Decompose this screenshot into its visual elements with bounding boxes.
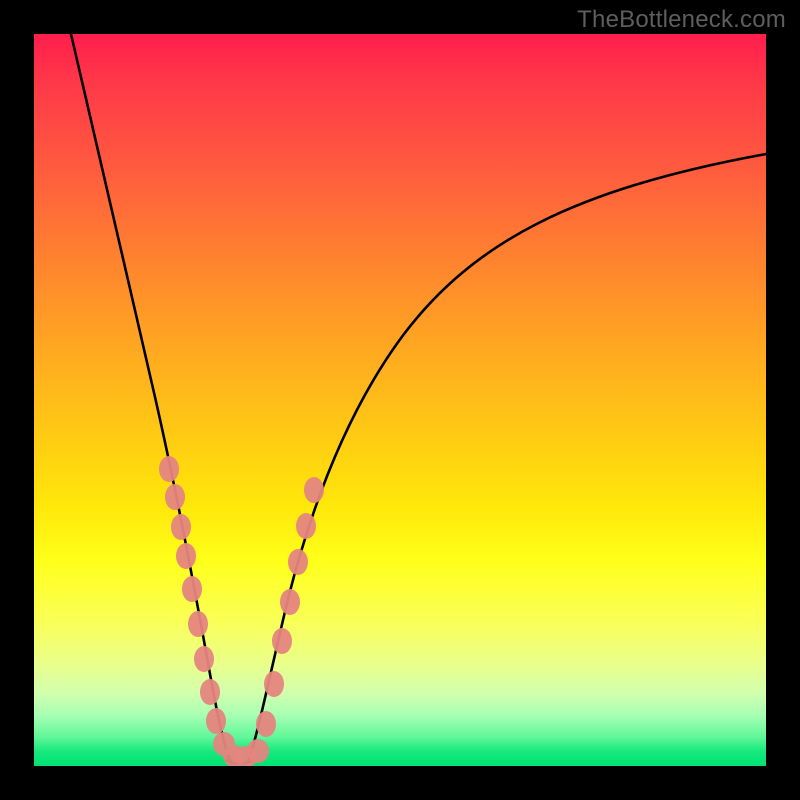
- curve-right-branch: [248, 154, 766, 762]
- marker-dot: [182, 576, 202, 602]
- marker-dot: [200, 679, 220, 705]
- marker-dot: [280, 589, 300, 615]
- marker-dot: [247, 739, 269, 763]
- marker-group: [159, 456, 324, 766]
- watermark-text: TheBottleneck.com: [577, 6, 786, 34]
- marker-dot: [272, 628, 292, 654]
- marker-dot: [296, 513, 316, 539]
- marker-dot: [176, 543, 196, 569]
- marker-dot: [304, 477, 324, 503]
- outer-frame: TheBottleneck.com: [0, 0, 800, 800]
- marker-dot: [159, 456, 179, 482]
- marker-dot: [188, 611, 208, 637]
- marker-dot: [171, 514, 191, 540]
- marker-dot: [288, 549, 308, 575]
- marker-dot: [194, 646, 214, 672]
- marker-dot: [264, 671, 284, 697]
- plot-area: [34, 34, 766, 766]
- curve-layer: [34, 34, 766, 766]
- marker-dot: [165, 484, 185, 510]
- marker-dot: [256, 711, 276, 737]
- marker-dot: [206, 708, 226, 734]
